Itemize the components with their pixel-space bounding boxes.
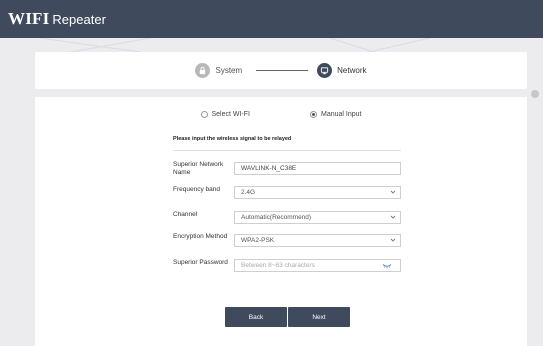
radio-label[interactable]: Manual Input <box>321 111 361 118</box>
scroll-indicator[interactable] <box>531 90 539 98</box>
back-button[interactable]: Back <box>225 307 287 327</box>
form-instruction: Please input the wireless signal to be r… <box>173 136 292 142</box>
setup-stepper: System Network <box>35 52 527 89</box>
password-label: Superior Password <box>173 259 228 266</box>
app-header: WIFI Repeater <box>0 0 543 38</box>
radio-circle[interactable] <box>200 111 208 118</box>
radio-circle-checked[interactable] <box>310 111 318 118</box>
step-system: System <box>195 63 242 78</box>
encryption-label: Encryption Method <box>173 233 228 240</box>
frequency-band-value[interactable]: 2.4G <box>241 189 255 196</box>
network-name-label: Superior Network Name <box>173 161 224 176</box>
network-setup-panel: Select WI-FI Manual Input Please input t… <box>35 97 527 346</box>
step-system-label: System <box>215 66 243 75</box>
next-button[interactable]: Next <box>288 307 350 327</box>
radio-dot <box>312 113 316 116</box>
brand-title: WIFI Repeater <box>8 9 106 29</box>
encryption-value[interactable]: WPA2-PSK <box>241 237 274 244</box>
step-network-label: Network <box>337 66 367 75</box>
chevron-down-icon <box>390 215 396 219</box>
encryption-select[interactable]: WPA2-PSK <box>234 234 401 247</box>
radio-select-wifi[interactable]: Select WI-FI <box>200 111 251 118</box>
step-connector <box>256 70 309 71</box>
step-network: Network <box>317 63 367 78</box>
channel-select[interactable]: Automatic(Recommend) <box>234 211 401 224</box>
password-placeholder[interactable]: Between 8~63 characters <box>241 262 315 269</box>
frequency-band-label: Frequency band <box>173 186 220 193</box>
chevron-down-icon <box>390 190 396 194</box>
network-name-input[interactable]: WAVLINK-N_C38E <box>234 162 401 175</box>
password-input[interactable]: Between 8~63 characters <box>234 259 401 272</box>
divider <box>173 150 401 151</box>
frequency-band-select[interactable]: 2.4G <box>234 186 401 199</box>
radio-manual-input[interactable]: Manual Input <box>310 111 362 118</box>
channel-value[interactable]: Automatic(Recommend) <box>241 214 311 221</box>
radio-label[interactable]: Select WI-FI <box>212 111 251 118</box>
chevron-down-icon <box>390 238 396 242</box>
lock-icon <box>195 63 211 78</box>
mode-selector: Select WI-FI Manual Input <box>35 111 527 118</box>
eye-closed-icon[interactable] <box>382 263 392 269</box>
product-name: Repeater <box>52 12 106 27</box>
channel-label: Channel <box>173 211 198 218</box>
brand-name: WIFI <box>8 9 50 28</box>
network-icon <box>317 63 333 78</box>
network-name-value[interactable]: WAVLINK-N_C38E <box>241 165 296 172</box>
